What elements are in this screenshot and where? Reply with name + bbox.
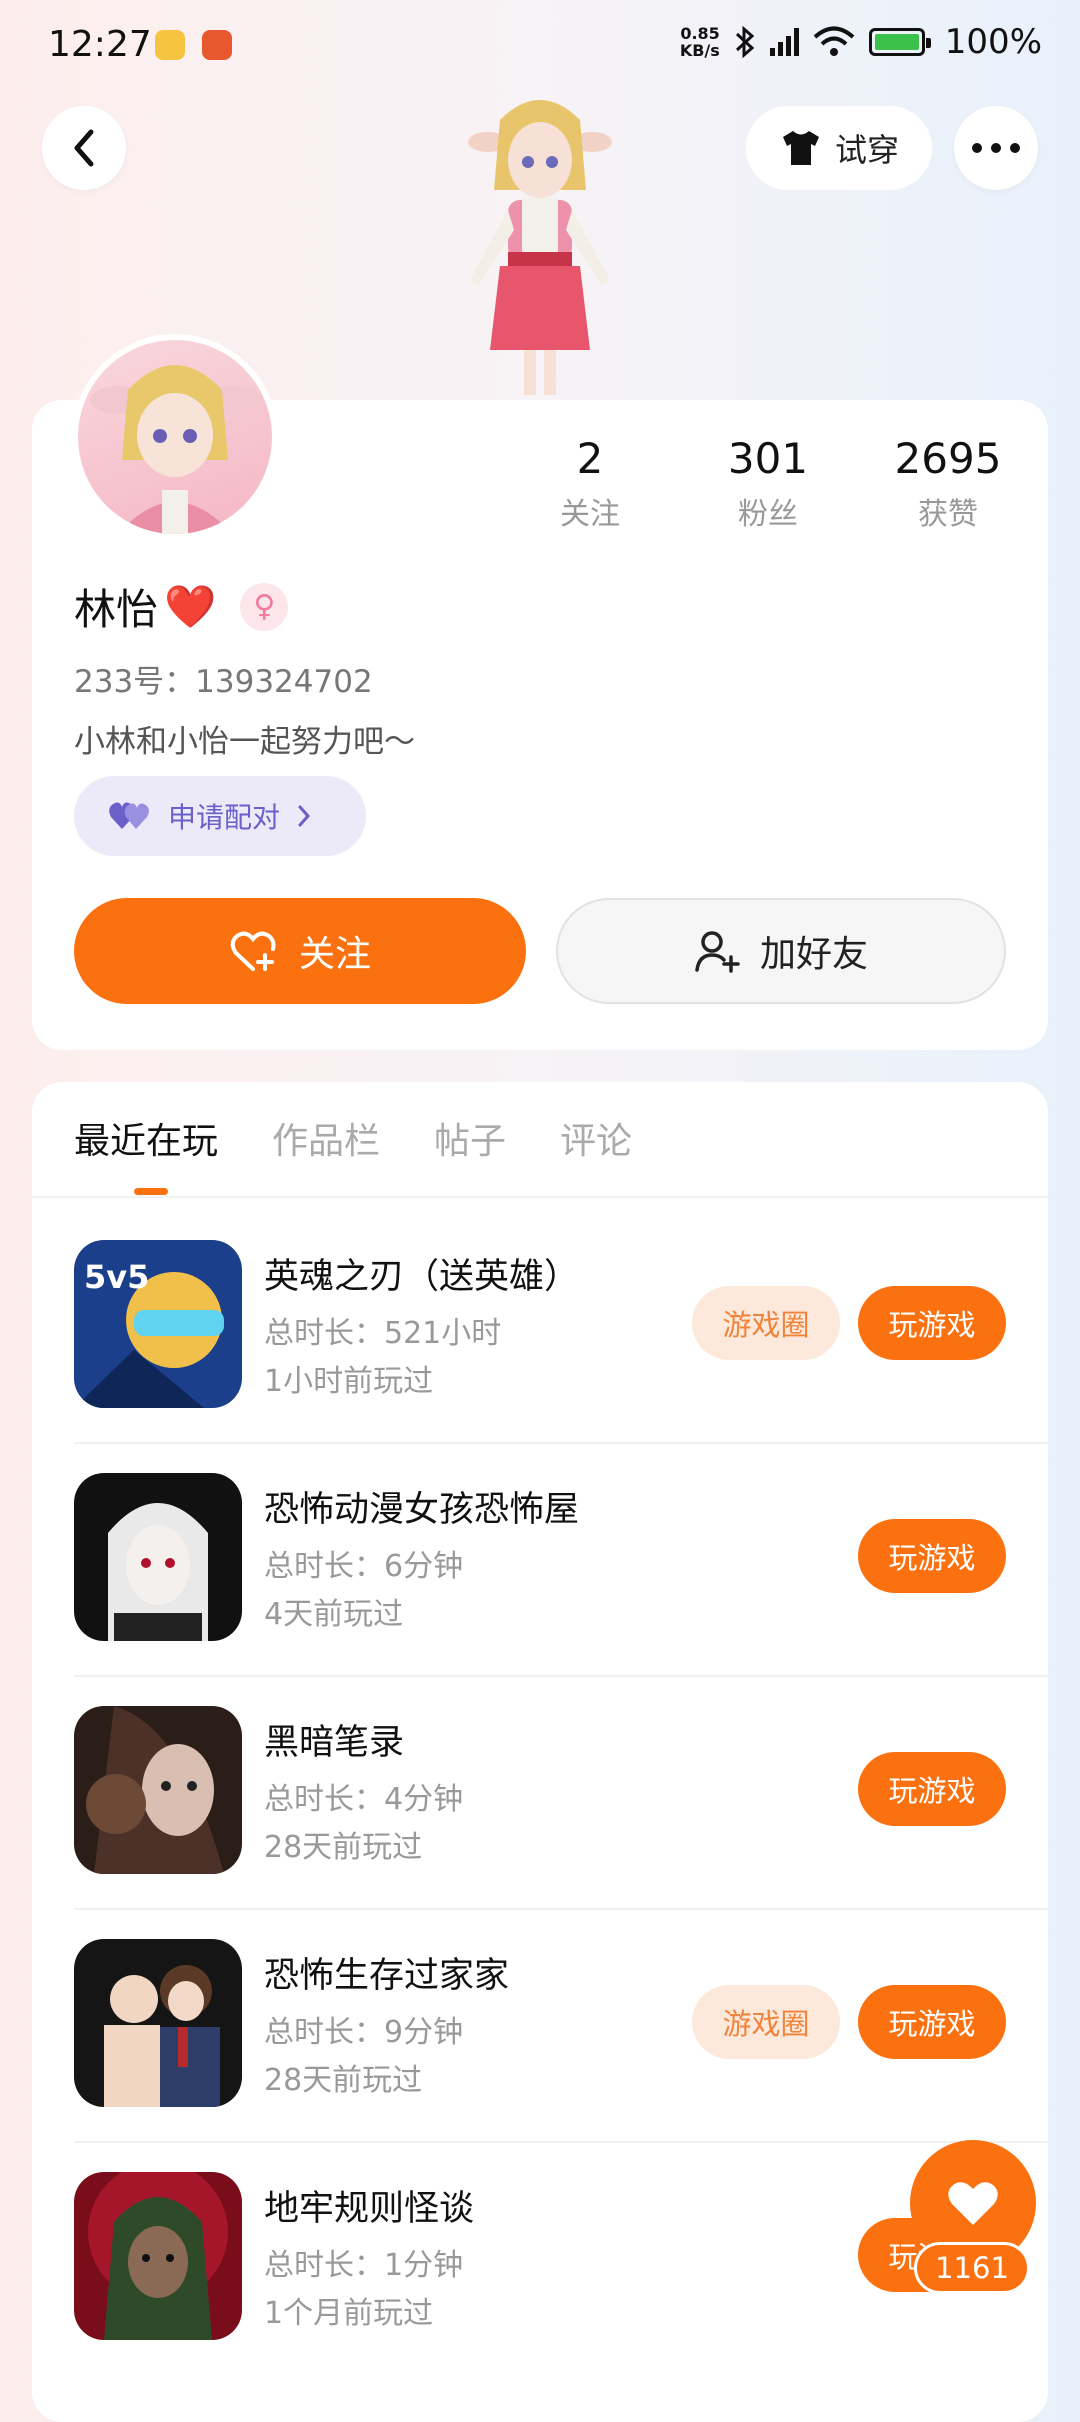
avatar-image (90, 365, 262, 534)
game-icon-yinghunzhiren: 5v5 (74, 1240, 242, 1408)
bluetooth-icon (735, 25, 755, 59)
play-game-button[interactable]: 玩游戏 (858, 1752, 1006, 1826)
like-count-badge: 1161 (914, 2242, 1030, 2294)
heart-emoji: ❤️ (164, 581, 217, 631)
game-last-played: 4天前玩过 (264, 1597, 404, 1632)
try-on-label: 试穿 (834, 131, 899, 169)
game-last-played: 1个月前玩过 (264, 2296, 434, 2331)
double-heart-icon (109, 802, 149, 829)
play-game-button[interactable]: 玩游戏 (858, 1286, 1006, 1360)
divider (74, 1908, 1048, 1910)
game-circle-button[interactable]: 游戏圈 (692, 1985, 840, 2059)
game-circle-button[interactable]: 游戏圈 (692, 1286, 840, 1360)
game-title: 恐怖生存过家家 (264, 1956, 510, 1996)
divider (74, 1675, 1048, 1677)
try-on-button[interactable]: 试穿 (746, 106, 932, 190)
tab-works[interactable]: 作品栏 (272, 1112, 380, 1164)
list-item[interactable]: 地牢规则怪谈 总时长：1分钟 1个月前玩过 玩游戏 (74, 2172, 1048, 2404)
tab-posts[interactable]: 帖子 (434, 1112, 506, 1164)
avatar-3d-figure (468, 100, 612, 395)
user-id: 233号：139324702 (74, 664, 373, 700)
game-icon-horror-anime-girl (74, 1473, 242, 1641)
heart-plus-icon (230, 931, 276, 971)
list-item[interactable]: 恐怖生存过家家 总时长：9分钟 28天前玩过 游戏圈 玩游戏 (74, 1939, 1048, 2171)
list-item[interactable]: 恐怖动漫女孩恐怖屋 总时长：6分钟 4天前玩过 玩游戏 (74, 1473, 1048, 1705)
more-dots-icon (972, 143, 1020, 153)
game-duration: 总时长：1分钟 (264, 2248, 464, 2283)
game-title: 地牢规则怪谈 (264, 2189, 475, 2229)
play-game-button[interactable]: 玩游戏 (858, 1985, 1006, 2059)
back-button[interactable] (42, 106, 126, 190)
game-last-played: 28天前玩过 (264, 1830, 423, 1865)
battery-icon (868, 28, 931, 56)
stat-likes[interactable]: 2695 获赞 (878, 434, 1018, 533)
battery-percent: 100% (944, 22, 1042, 62)
svg-text:5v5: 5v5 (84, 1258, 149, 1296)
notification-game-icon (202, 30, 232, 60)
tabs-divider (32, 1196, 1048, 1198)
game-icon-dungeon-rules (74, 2172, 242, 2340)
stat-following[interactable]: 2 关注 (520, 434, 660, 533)
tshirt-icon (782, 131, 819, 165)
profile-name: 林怡 ❤️ ♀ (74, 576, 289, 637)
game-title: 英魂之刃（送英雄） (264, 1257, 580, 1297)
tab-active-indicator (134, 1188, 168, 1195)
wifi-icon (813, 26, 855, 56)
add-user-icon (695, 931, 740, 973)
game-icon-horror-survival (74, 1939, 242, 2107)
game-title: 恐怖动漫女孩恐怖屋 (264, 1490, 580, 1530)
list-item[interactable]: 5v5 英魂之刃（送英雄） 总时长：521小时 1小时前玩过 游戏圈 玩游戏 (74, 1240, 1048, 1472)
game-title: 黑暗笔录 (264, 1723, 405, 1763)
tab-comments[interactable]: 评论 (560, 1112, 632, 1164)
female-gender-icon: ♀ (240, 582, 289, 631)
tab-recent-played[interactable]: 最近在玩 (74, 1112, 218, 1164)
profile-tabs: 最近在玩 作品栏 帖子 评论 (74, 1112, 632, 1164)
list-item[interactable]: 黑暗笔录 总时长：4分钟 28天前玩过 玩游戏 (74, 1706, 1048, 1938)
divider (74, 1442, 1048, 1444)
request-pair-button[interactable]: 申请配对 (74, 776, 366, 856)
request-pair-label: 申请配对 (168, 801, 281, 834)
chevron-left-icon (74, 129, 94, 167)
chevron-right-icon (298, 805, 311, 827)
game-duration: 总时长：4分钟 (264, 1782, 464, 1817)
play-game-button[interactable]: 玩游戏 (858, 1519, 1006, 1593)
game-icon-dark-notes (74, 1706, 242, 1874)
game-last-played: 1小时前玩过 (264, 1364, 434, 1399)
heart-icon (948, 2182, 998, 2225)
game-last-played: 28天前玩过 (264, 2063, 423, 2098)
status-time: 12:27 (48, 24, 152, 65)
network-speed: 0.85 KB/s (679, 24, 720, 60)
add-friend-button[interactable]: 加好友 (556, 898, 1006, 1004)
signal-icon (769, 28, 799, 56)
add-friend-label: 加好友 (759, 934, 868, 975)
stat-followers[interactable]: 301 粉丝 (698, 434, 838, 533)
follow-button[interactable]: 关注 (74, 898, 526, 1004)
avatar[interactable] (72, 334, 278, 540)
profile-name-text: 林怡 (74, 585, 159, 634)
divider (74, 2141, 1048, 2143)
notification-app-icon (155, 30, 185, 60)
profile-bio: 小林和小怡一起努力吧～ (74, 724, 415, 760)
game-duration: 总时长：6分钟 (264, 1549, 464, 1584)
more-button[interactable] (954, 106, 1038, 190)
game-duration: 总时长：521小时 (264, 1316, 502, 1351)
game-duration: 总时长：9分钟 (264, 2015, 464, 2050)
follow-label: 关注 (298, 934, 371, 975)
